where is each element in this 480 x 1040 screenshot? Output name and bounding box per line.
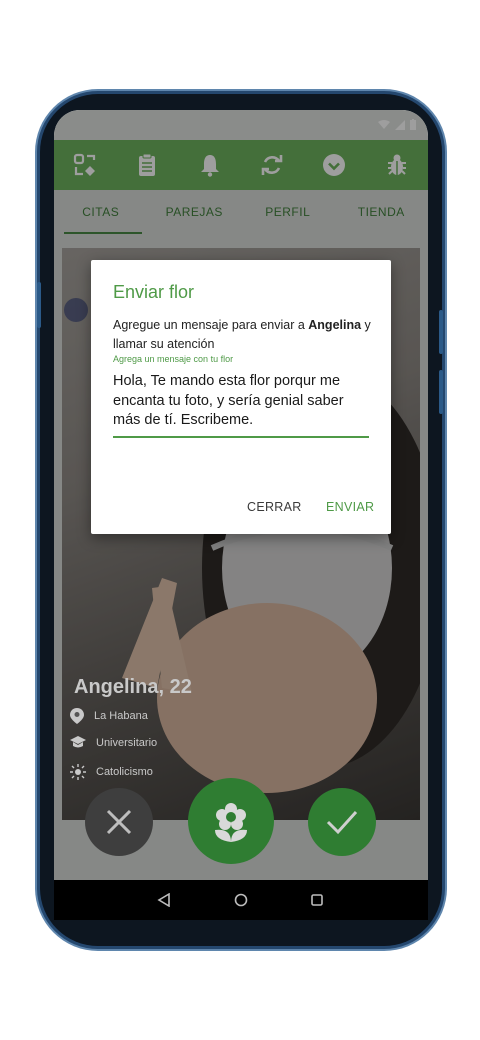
religion-row: Catolicismo xyxy=(70,764,153,780)
check-icon xyxy=(326,810,358,835)
phone-volume-button xyxy=(439,310,443,354)
recipient-name: Angelina xyxy=(308,318,362,332)
input-underline xyxy=(113,436,369,438)
location-row: La Habana xyxy=(70,708,148,724)
send-button[interactable]: ENVIAR xyxy=(326,500,374,514)
recents-icon[interactable] xyxy=(310,893,324,907)
location-pin-icon xyxy=(70,708,84,724)
flower-icon xyxy=(215,803,247,842)
sun-icon xyxy=(70,764,86,780)
accept-button[interactable] xyxy=(308,788,376,856)
education-text: Universitario xyxy=(96,737,158,749)
message-input[interactable]: Hola, Te mando esta flor porqur me encan… xyxy=(113,372,367,431)
close-button[interactable]: CERRAR xyxy=(247,500,302,514)
send-flower-button[interactable] xyxy=(188,778,274,864)
reject-button[interactable] xyxy=(85,788,153,856)
home-icon[interactable] xyxy=(234,893,248,907)
close-icon xyxy=(106,809,132,835)
phone-side-button xyxy=(37,282,41,328)
message-prefix: Agregue un mensaje para enviar a xyxy=(113,318,309,332)
phone-power-button xyxy=(439,370,443,414)
input-hint-label: Agrega un mensaje con tu flor xyxy=(113,354,234,364)
location-text: La Habana xyxy=(94,710,148,722)
profile-name: Angelina, 22 xyxy=(74,676,192,698)
dialog-title: Enviar flor xyxy=(113,282,195,302)
graduation-cap-icon xyxy=(70,736,86,748)
system-nav-bar xyxy=(54,880,428,920)
send-flower-dialog: Enviar flor Agregue un mensaje para envi… xyxy=(91,260,391,534)
education-row: Universitario xyxy=(70,736,157,750)
back-icon[interactable] xyxy=(157,893,171,907)
religion-text: Catolicismo xyxy=(96,766,153,778)
dialog-message: Agregue un mensaje para enviar a Angelin… xyxy=(113,316,375,354)
